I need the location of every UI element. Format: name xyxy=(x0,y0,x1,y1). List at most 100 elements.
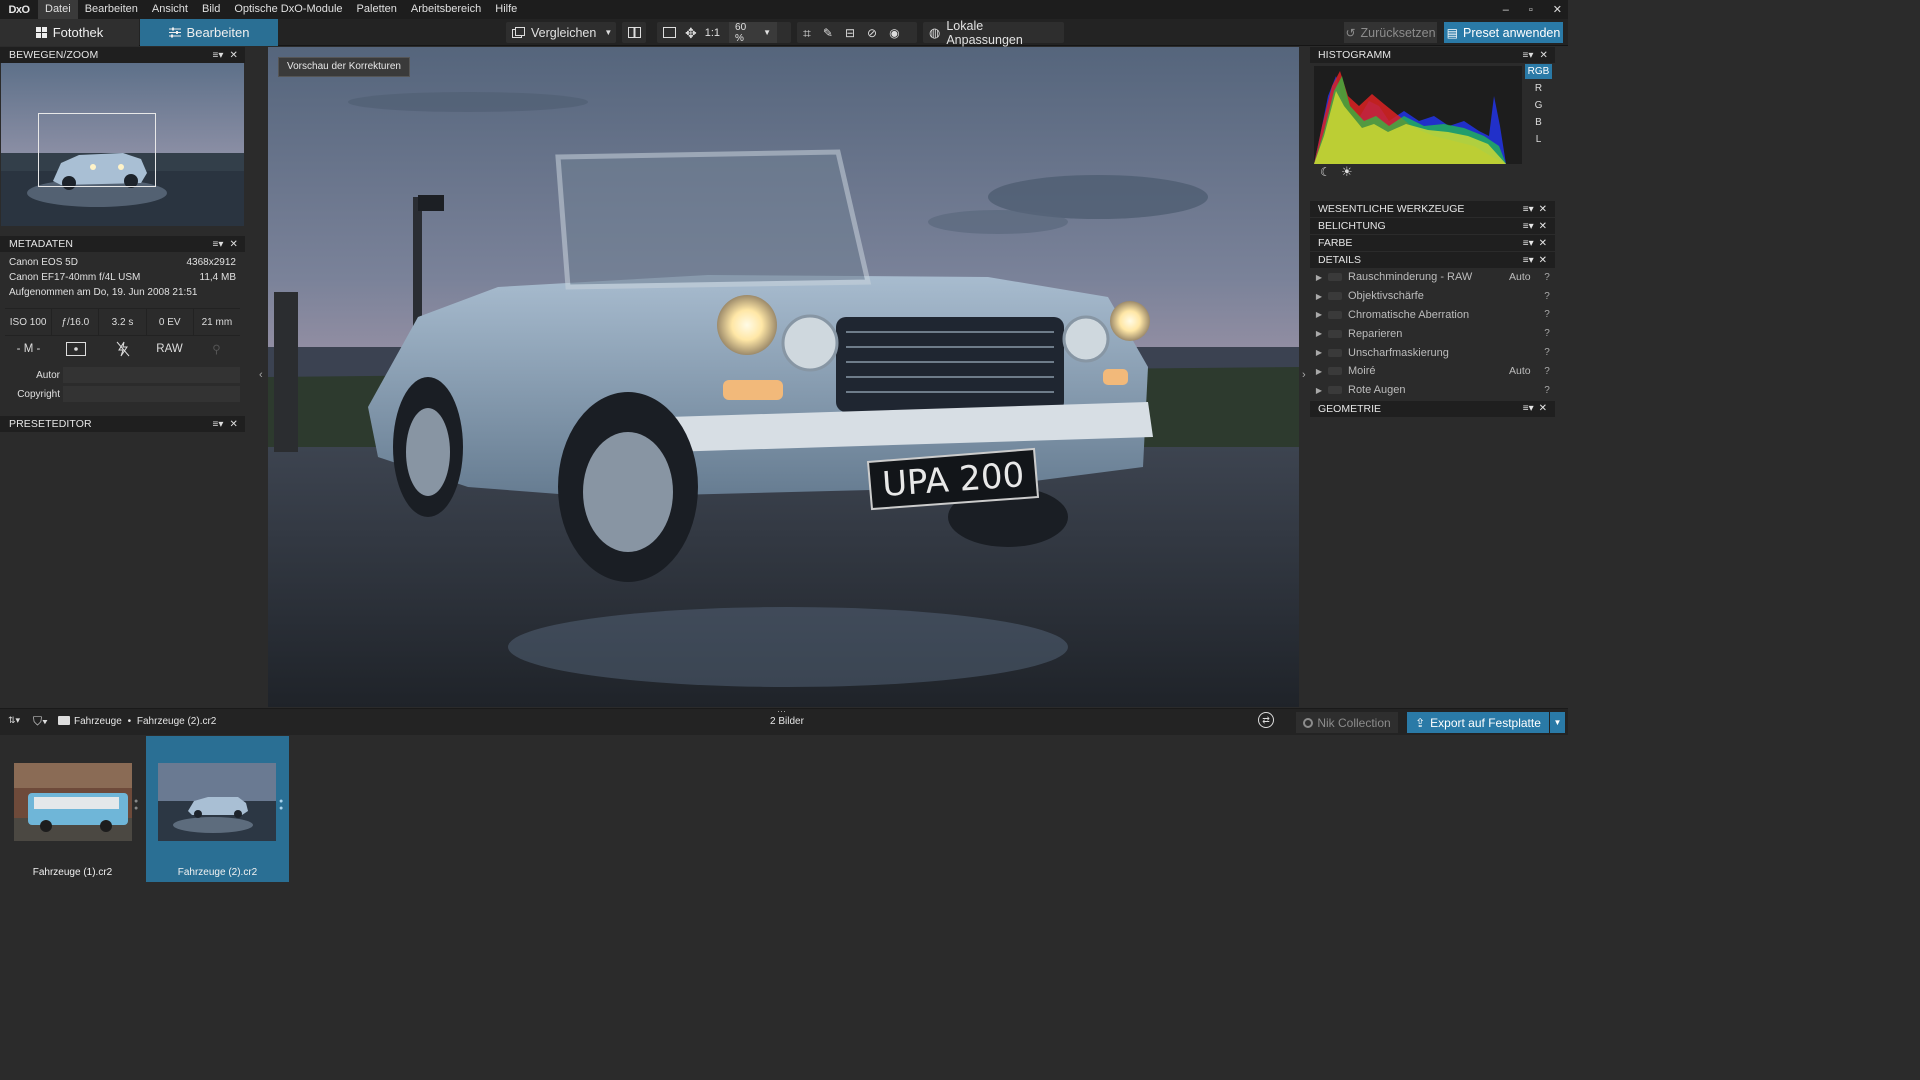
detail-red-eye[interactable]: ▶ Rote Augen ? xyxy=(1310,380,1555,400)
close-window-button[interactable]: ✕ xyxy=(1553,3,1562,16)
enable-toggle[interactable] xyxy=(1328,273,1342,282)
enable-toggle[interactable] xyxy=(1328,310,1342,319)
panel-close-icon[interactable]: ✕ xyxy=(1539,221,1547,232)
chevron-right-icon[interactable]: › xyxy=(1302,369,1306,381)
sort-icon[interactable]: ⇅▾ xyxy=(8,715,20,726)
split-view-button[interactable] xyxy=(622,22,646,43)
copyright-field[interactable] xyxy=(63,386,240,402)
panel-close-icon[interactable]: ✕ xyxy=(1539,255,1547,266)
right-collapse-bar[interactable]: › xyxy=(1299,47,1310,707)
detail-noise-reduction[interactable]: ▶ Rauschminderung - RAW Auto ? xyxy=(1310,268,1555,287)
panel-close-icon[interactable]: ✕ xyxy=(1539,204,1547,215)
menu-ansicht[interactable]: Ansicht xyxy=(145,0,195,19)
repair-button[interactable]: ⊘ xyxy=(861,22,883,43)
panel-close-icon[interactable]: ✕ xyxy=(230,239,238,250)
move-tool-button[interactable]: ✥ xyxy=(682,22,700,43)
crop-button[interactable]: ⌗ xyxy=(797,22,817,43)
film-item-selected[interactable]: ● ● Fahrzeuge (2).cr2 xyxy=(146,736,289,882)
image-viewer[interactable]: UPA 200 Vorschau der Korrekturen xyxy=(268,47,1299,707)
preset-editor-header[interactable]: PRESETEDITOR ≡▾ ✕ xyxy=(0,416,245,432)
export-dropdown-button[interactable]: ▼ xyxy=(1550,712,1565,733)
enable-toggle[interactable] xyxy=(1328,329,1342,338)
apply-preset-button[interactable]: ▤ Preset anwenden xyxy=(1444,22,1563,43)
nik-collection-button[interactable]: Nik Collection xyxy=(1296,712,1398,733)
menu-datei[interactable]: Datei xyxy=(38,0,78,19)
channel-g[interactable]: G xyxy=(1525,98,1552,113)
restore-button[interactable]: ▫ xyxy=(1529,4,1533,16)
menu-bild[interactable]: Bild xyxy=(195,0,227,19)
horizon-button[interactable]: ⊟ xyxy=(839,22,861,43)
menu-bearbeiten[interactable]: Bearbeiten xyxy=(78,0,145,19)
detail-chromatic-aberration[interactable]: ▶ Chromatische Aberration ? xyxy=(1310,305,1555,325)
details-header[interactable]: DETAILS ≡▾ ✕ xyxy=(1310,252,1555,268)
exposure-header[interactable]: BELICHTUNG ≡▾ ✕ xyxy=(1310,218,1555,234)
filter-icon[interactable]: ⛉▾ xyxy=(33,714,48,729)
color-header[interactable]: FARBE ≡▾ ✕ xyxy=(1310,235,1555,251)
detail-unsharp-mask[interactable]: ▶ Unscharfmaskierung ? xyxy=(1310,343,1555,362)
panel-close-icon[interactable]: ✕ xyxy=(1539,238,1547,249)
enable-toggle[interactable] xyxy=(1328,367,1342,376)
help-icon[interactable]: ? xyxy=(1539,347,1555,358)
expand-arrow-icon[interactable]: ▶ xyxy=(1310,292,1328,301)
help-icon[interactable]: ? xyxy=(1539,328,1555,339)
panel-close-icon[interactable]: ✕ xyxy=(230,50,238,61)
panel-close-icon[interactable]: ✕ xyxy=(1540,50,1548,61)
menu-optische-dxo-module[interactable]: Optische DxO-Module xyxy=(227,0,349,19)
channel-r[interactable]: R xyxy=(1525,81,1552,96)
enable-toggle[interactable] xyxy=(1328,292,1342,301)
fit-screen-button[interactable] xyxy=(657,22,682,43)
enable-toggle[interactable] xyxy=(1328,348,1342,357)
channel-b[interactable]: B xyxy=(1525,115,1552,130)
film-item[interactable]: ● ● Fahrzeuge (1).cr2 xyxy=(1,736,144,882)
highlight-clipping-icon[interactable]: ☀ xyxy=(1341,164,1353,180)
panel-close-icon[interactable]: ✕ xyxy=(230,419,238,430)
export-button[interactable]: ⇪ Export auf Festplatte xyxy=(1407,712,1549,733)
help-icon[interactable]: ? xyxy=(1539,291,1555,302)
reset-button[interactable]: ↺ Zurücksetzen xyxy=(1344,22,1437,43)
panel-menu-icon[interactable]: ≡▾ xyxy=(1523,255,1534,266)
local-adjustments-button[interactable]: ◍ Lokale Anpassungen xyxy=(923,19,1064,47)
zoom-select[interactable]: 60 % ▼ xyxy=(729,22,778,44)
panel-menu-icon[interactable]: ≡▾ xyxy=(212,419,223,430)
compare-button[interactable]: Vergleichen xyxy=(506,22,602,43)
geometry-header[interactable]: GEOMETRIE ≡▾ ✕ xyxy=(1310,400,1555,417)
panel-menu-icon[interactable]: ≡▾ xyxy=(1523,221,1534,232)
help-icon[interactable]: ? xyxy=(1539,385,1555,396)
help-icon[interactable]: ? xyxy=(1539,272,1555,283)
transfer-icon[interactable]: ⇄ xyxy=(1258,712,1274,728)
detail-repair[interactable]: ▶ Reparieren ? xyxy=(1310,324,1555,344)
help-icon[interactable]: ? xyxy=(1539,366,1555,377)
menu-arbeitsbereich[interactable]: Arbeitsbereich xyxy=(404,0,488,19)
menu-hilfe[interactable]: Hilfe xyxy=(488,0,524,19)
minimize-button[interactable]: – xyxy=(1503,4,1509,16)
essential-tools-header[interactable]: WESENTLICHE WERKZEUGE ≡▾ ✕ xyxy=(1310,201,1555,217)
author-field[interactable] xyxy=(63,367,240,383)
expand-arrow-icon[interactable]: ▶ xyxy=(1310,273,1328,282)
red-eye-button[interactable]: ◉ xyxy=(883,22,905,43)
panel-menu-icon[interactable]: ≡▾ xyxy=(1523,238,1534,249)
compare-dropdown-icon[interactable]: ▼ xyxy=(604,28,612,37)
panel-close-icon[interactable]: ✕ xyxy=(1539,403,1547,414)
channel-l[interactable]: L xyxy=(1525,132,1552,147)
detail-lens-sharpness[interactable]: ▶ Objektivschärfe ? xyxy=(1310,286,1555,306)
help-icon[interactable]: ? xyxy=(1539,309,1555,320)
breadcrumb-folder[interactable]: Fahrzeuge xyxy=(74,716,122,727)
channel-rgb[interactable]: RGB xyxy=(1525,64,1552,79)
panel-menu-icon[interactable]: ≡▾ xyxy=(1523,204,1534,215)
expand-arrow-icon[interactable]: ▶ xyxy=(1310,310,1328,319)
detail-moire[interactable]: ▶ Moiré Auto ? xyxy=(1310,361,1555,381)
preview-corrections-badge[interactable]: Vorschau der Korrekturen xyxy=(278,57,410,77)
panel-menu-icon[interactable]: ≡▾ xyxy=(1522,50,1533,61)
shadow-clipping-icon[interactable]: ☾ xyxy=(1320,165,1331,179)
drag-handle-icon[interactable]: ⋯ xyxy=(777,706,786,717)
panel-menu-icon[interactable]: ≡▾ xyxy=(212,50,223,61)
expand-arrow-icon[interactable]: ▶ xyxy=(1310,367,1328,376)
expand-arrow-icon[interactable]: ▶ xyxy=(1310,348,1328,357)
panel-menu-icon[interactable]: ≡▾ xyxy=(1523,403,1534,414)
chevron-left-icon[interactable]: ‹ xyxy=(259,369,263,381)
tab-fotothek[interactable]: Fotothek xyxy=(0,19,139,46)
enable-toggle[interactable] xyxy=(1328,386,1342,395)
expand-arrow-icon[interactable]: ▶ xyxy=(1310,329,1328,338)
left-collapse-bar[interactable]: ‹ xyxy=(245,47,268,707)
tab-bearbeiten[interactable]: Bearbeiten xyxy=(140,19,278,46)
